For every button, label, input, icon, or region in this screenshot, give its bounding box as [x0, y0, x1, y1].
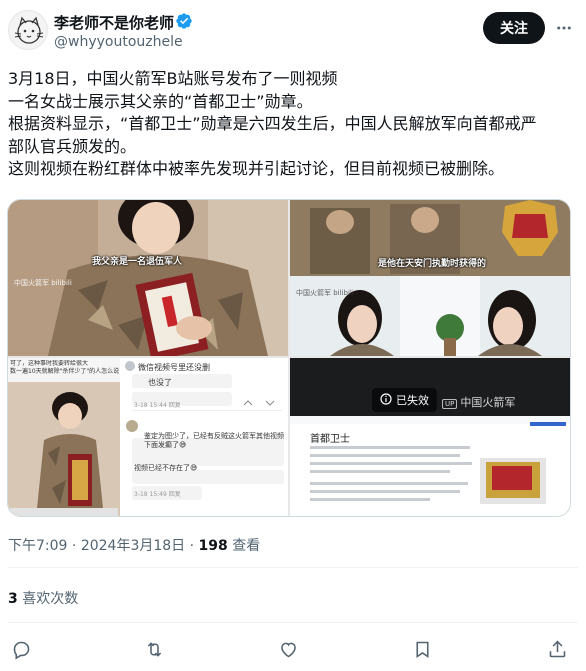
heart-icon[interactable] — [275, 636, 301, 662]
video-subtitle: 我父亲是一名退伍军人 — [92, 257, 183, 267]
video-subtitle: 是他在天安门执勤时获得的 — [378, 259, 487, 269]
views-count: 198 — [198, 538, 228, 554]
action-bar — [0, 636, 586, 664]
likes-summary[interactable]: 3 喜欢次数 — [8, 588, 78, 608]
divider — [8, 622, 578, 623]
chat-message: 微信视频号里还没删 — [138, 363, 210, 372]
tweet-date[interactable]: 2024年3月18日 — [81, 538, 185, 554]
author-name[interactable]: 李老师不是你老师 — [54, 12, 174, 33]
author-handle[interactable]: @whyyoutouzhele — [54, 34, 183, 50]
verified-badge-icon — [176, 13, 192, 29]
wiki-text-line — [310, 490, 460, 493]
tweet-line: 一名女战士展示其父亲的“首都卫士”勋章。 — [8, 91, 313, 111]
reply-icon[interactable] — [8, 636, 34, 662]
share-icon[interactable] — [544, 636, 570, 662]
wiki-text-line — [310, 482, 468, 485]
likes-count: 3 — [8, 591, 18, 607]
channel-label: 中国火箭军 — [460, 396, 516, 409]
medal-interview-illustration — [290, 200, 570, 356]
chat-timestamp: 3-18 15:44 回复 — [134, 402, 181, 409]
info-circle-icon — [380, 392, 392, 408]
media-image-4[interactable]: 已失效 UP 中国火箭军 首都卫士 — [290, 358, 570, 516]
likes-label: 喜欢次数 — [22, 591, 79, 607]
wiki-text-line — [310, 454, 460, 457]
tweet-header: 李老师不是你老师 @whyyoutouzhele 关注 — [0, 0, 586, 62]
bilibili-watermark: 中国火箭军 bilibili — [14, 279, 72, 287]
wiki-text-line — [310, 498, 430, 501]
wiki-text-line — [310, 470, 450, 473]
chat-message: 鉴定为图少了，已经有反贼这火箭军其他视频下面发癫了😅 — [144, 432, 284, 449]
media-image-2[interactable]: 是他在天安门执勤时获得的 中国火箭军 bilibili — [290, 200, 570, 356]
avatar[interactable] — [8, 10, 48, 50]
tweet-time[interactable]: 下午7:09 — [8, 538, 67, 554]
tweet-line: 根据资料显示，“首都卫士”勋章是六四发生后，中国人民解放军向首都戒严 — [8, 114, 537, 133]
meta-separator: · — [71, 538, 77, 554]
bookmark-icon[interactable] — [409, 636, 435, 662]
media-image-3[interactable]: 可了，这种事时我要转给很大 数一遍10天就解除"杀伴少了"的人怎么说 微信视频号… — [8, 358, 288, 516]
wiki-article-title: 首都卫士 — [310, 434, 350, 445]
tweet-line: 部队官兵颁发的。 — [8, 136, 137, 156]
meta-separator: · — [189, 538, 195, 554]
video-unavailable-badge: 已失效 — [372, 388, 437, 412]
unavailable-label: 已失效 — [396, 394, 429, 407]
tweet-line: 这则视频在粉红群体中被率先发现并引起讨论，但目前视频已被删除。 — [8, 159, 505, 178]
chat-header-text: 可了，这种事时我要转给很大 数一遍10天就解除"杀伴少了"的人怎么说 — [10, 360, 120, 375]
divider — [8, 567, 578, 568]
chat-message: 视频已经不存在了😅 — [134, 464, 198, 472]
tweet-text: 3月18日，中国火箭军B站账号发布了一则视频 一名女战士展示其父亲的“首都卫士”… — [8, 68, 578, 181]
wiki-text-line — [310, 446, 470, 449]
channel-name: UP 中国火箭军 — [442, 394, 515, 410]
retweet-icon[interactable] — [141, 636, 167, 662]
tweet-line: 3月18日，中国火箭军B站账号发布了一则视频 — [8, 69, 338, 88]
wiki-text-line — [310, 462, 472, 465]
bilibili-watermark: 中国火箭军 bilibili — [296, 289, 354, 297]
chat-message: 也没了 — [148, 378, 172, 387]
chat-timestamp: 3-18 15:49 回复 — [134, 491, 181, 498]
follow-button[interactable]: 关注 — [483, 12, 545, 44]
more-options-icon[interactable] — [554, 18, 574, 38]
cat-avatar-icon — [14, 16, 44, 44]
tweet-timestamp[interactable]: 下午7:09 · 2024年3月18日 · 198 查看 — [8, 535, 260, 555]
views-label: 查看 — [232, 538, 261, 554]
media-grid: 我父亲是一名退伍军人 中国火箭军 bilibili 是他在天安门执勤时获得的 中… — [7, 199, 571, 517]
media-image-1[interactable]: 我父亲是一名退伍军人 中国火箭军 bilibili — [8, 200, 288, 356]
uploader-icon: UP — [442, 399, 458, 409]
